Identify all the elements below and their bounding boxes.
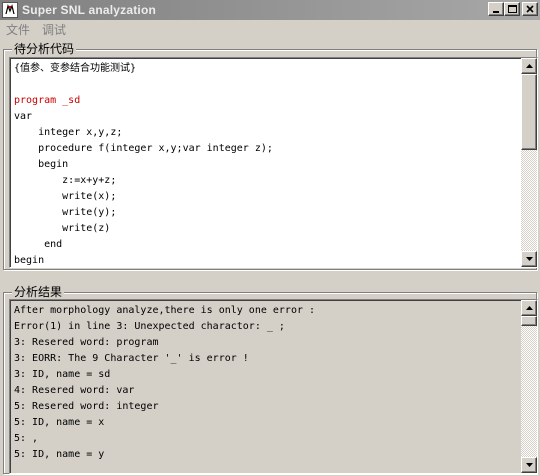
window-controls (488, 2, 538, 16)
code-line: begin (14, 159, 69, 170)
arrow-up-icon (525, 64, 533, 68)
code-scroll-down-button[interactable] (521, 251, 537, 267)
result-line: 5: , (14, 433, 39, 444)
menu-bar: 文件 调试 (0, 20, 540, 40)
arrow-down-icon (525, 463, 533, 467)
result-group-title: 分析结果 (12, 285, 65, 299)
maximize-icon (507, 5, 517, 13)
result-scroll-up-button[interactable] (521, 300, 537, 316)
minimize-button[interactable] (488, 2, 504, 16)
result-line: After morphology analyze,there is only o… (14, 305, 316, 316)
result-line: 5: ID, name = x (14, 417, 105, 428)
result-scroll-thumb[interactable] (521, 316, 537, 326)
code-line: begin (14, 255, 45, 266)
result-line: 5: ID, name = y (14, 449, 105, 460)
code-scrollbar[interactable] (521, 58, 537, 267)
code-line: {值参、变参结合功能测试} (14, 63, 137, 74)
result-group: 分析结果 After morphology analyze,there is o… (3, 285, 538, 474)
code-line: write(y); (14, 207, 117, 218)
code-line: procedure f(integer x,y;var integer z); (14, 143, 273, 154)
window-title: Super SNL analyzation (22, 3, 157, 17)
menu-file[interactable]: 文件 (0, 20, 36, 40)
maximize-button[interactable] (504, 2, 520, 16)
result-line: 3: Resered word: program (14, 337, 159, 348)
close-icon (526, 5, 534, 13)
result-scroll-down-button[interactable] (521, 457, 537, 473)
result-lines: After morphology analyze,there is only o… (14, 303, 517, 463)
menu-debug[interactable]: 调试 (36, 20, 72, 40)
code-group: 待分析代码 {值参、变参结合功能测试} program _sdvar intege… (3, 42, 538, 270)
title-bar[interactable]: Super SNL analyzation (0, 0, 540, 20)
code-line: write(z) (14, 223, 111, 234)
code-line: program _sd (14, 95, 81, 106)
code-line: end (14, 239, 63, 250)
minimize-icon (493, 11, 499, 13)
code-scroll-up-button[interactable] (521, 58, 537, 74)
result-output[interactable]: After morphology analyze,there is only o… (9, 299, 538, 474)
arrow-up-icon (525, 306, 533, 310)
close-button[interactable] (522, 2, 538, 16)
result-line: 3: ID, name = sd (14, 369, 111, 380)
result-line: Error(1) in line 3: Unexpected charactor… (14, 321, 285, 332)
code-line: write(x); (14, 191, 117, 202)
code-scroll-thumb[interactable] (521, 74, 537, 150)
result-scrollbar[interactable] (521, 300, 537, 473)
code-group-title: 待分析代码 (12, 42, 77, 56)
result-line: 3: EORR: The 9 Character '_' is error ! (14, 353, 249, 364)
arrow-down-icon (525, 257, 533, 261)
result-line: 5: Resered word: integer (14, 401, 159, 412)
code-line: var (14, 111, 33, 122)
code-editor[interactable]: {值参、变参结合功能测试} program _sdvar integer x,y,… (9, 57, 538, 268)
result-line: 4: Resered word: var (14, 385, 135, 396)
app-icon[interactable] (2, 2, 18, 18)
code-lines: {值参、变参结合功能测试} program _sdvar integer x,y,… (14, 61, 517, 267)
code-line: integer x,y,z; (14, 127, 123, 138)
code-line: z:=x+y+z; (14, 175, 117, 186)
